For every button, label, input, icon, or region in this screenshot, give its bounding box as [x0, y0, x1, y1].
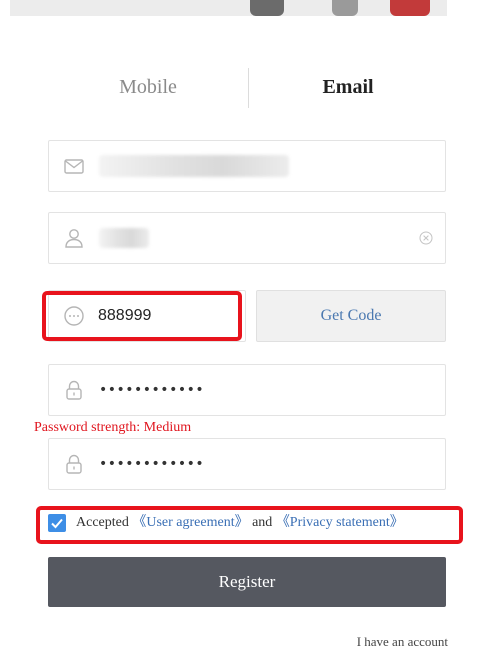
confirm-password-mask: •••••••••••• [99, 456, 205, 472]
password-field[interactable]: •••••••••••• [48, 364, 446, 416]
password-mask: •••••••••••• [99, 382, 205, 398]
clear-icon[interactable] [419, 231, 433, 245]
user-icon [62, 226, 86, 250]
confirm-password-field[interactable]: •••••••••••• [48, 438, 446, 490]
password-strength-text: Password strength: Medium [34, 420, 192, 435]
blurred-username-value [99, 228, 149, 248]
lock-icon [62, 378, 86, 402]
get-code-button[interactable]: Get Code [256, 290, 446, 342]
envelope-icon [62, 154, 86, 178]
have-account-link[interactable]: I have an account [357, 634, 448, 650]
message-icon [62, 304, 86, 328]
blurred-email-value [99, 155, 289, 177]
agreement-checkbox[interactable] [48, 514, 66, 532]
username-field[interactable] [48, 212, 446, 264]
verification-code-value: 888999 [98, 307, 152, 324]
register-button[interactable]: Register [48, 557, 446, 607]
email-field[interactable] [48, 140, 446, 192]
tab-mobile[interactable]: Mobile [48, 64, 248, 110]
agreement-prefix: Accepted [76, 515, 129, 530]
user-agreement-link[interactable]: 《User agreement》 [132, 515, 248, 530]
agreement-conjunction: and [252, 515, 273, 530]
agreement-text: Accepted 《User agreement》 and 《Privacy s… [76, 514, 404, 532]
lock-icon [62, 452, 86, 476]
verification-code-field[interactable]: 888999 [48, 290, 246, 342]
tab-email[interactable]: Email [248, 64, 448, 110]
top-banner-image [10, 0, 447, 16]
login-method-tabs: Mobile Email [48, 64, 448, 110]
privacy-statement-link[interactable]: 《Privacy statement》 [276, 515, 404, 530]
